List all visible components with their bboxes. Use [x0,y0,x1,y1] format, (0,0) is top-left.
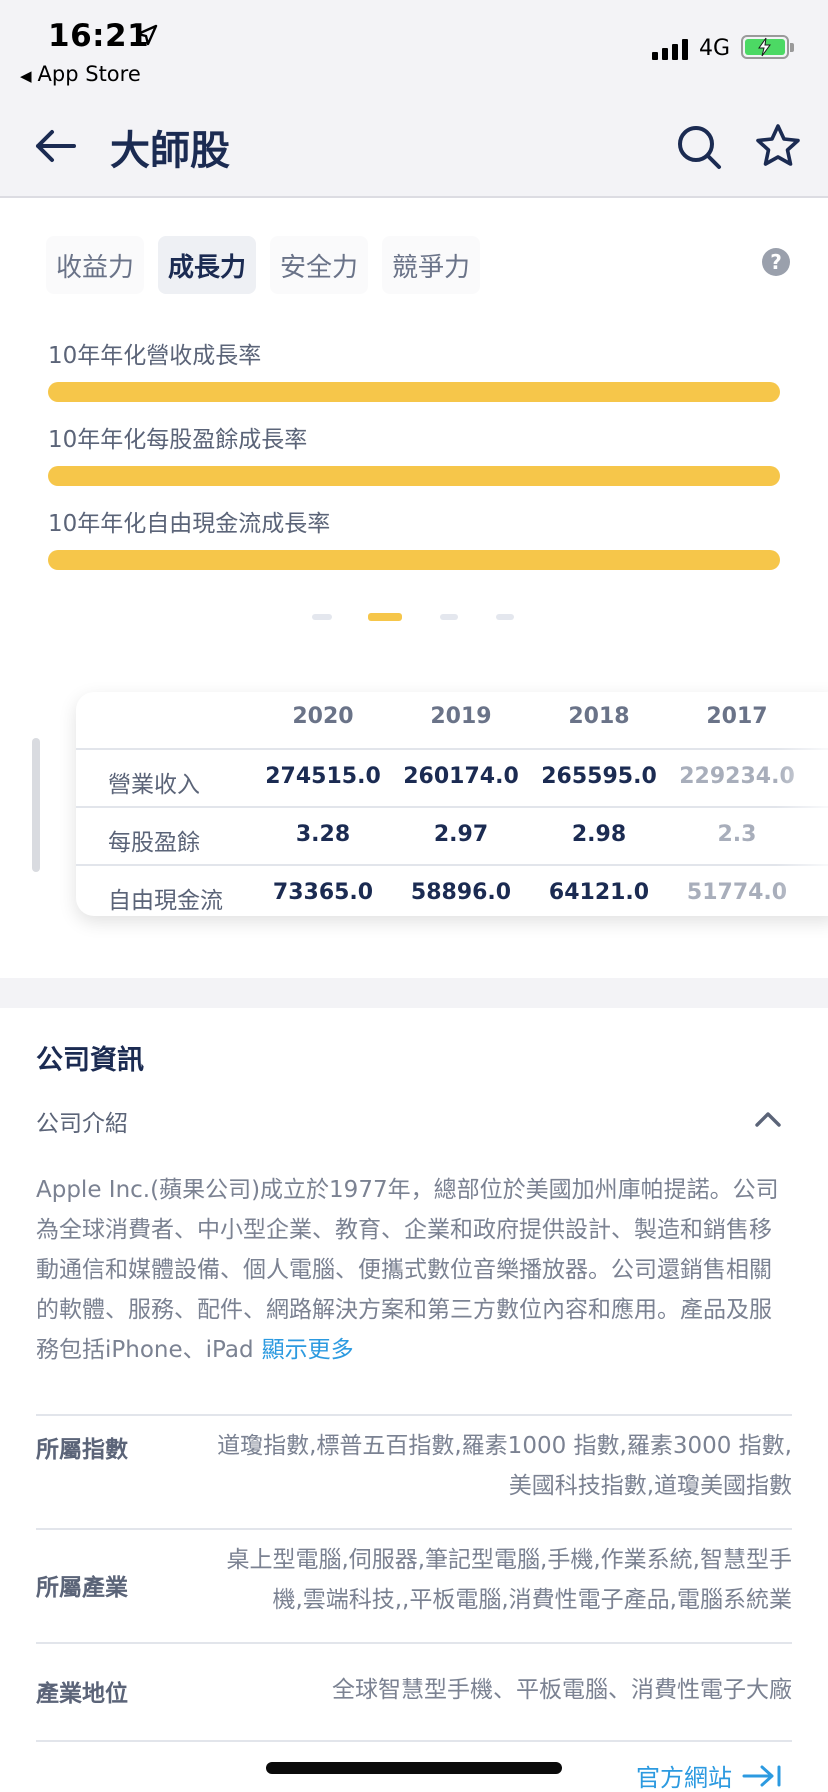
company-description: Apple Inc.(蘋果公司)成立於1977年，總部位於美國加州庫帕提諾。公司… [36,1170,792,1370]
info-row-industry: 所屬產業 桌上型電腦,伺服器,筆記型電腦,手機,作業系統,智慧型手 機,雲端科技… [36,1528,792,1644]
year-header: 2020 [292,704,354,729]
info-row-index: 所屬指數 道瓊指數,標普五百指數,羅素1000 指數,羅素3000 指數, 美國… [36,1414,792,1530]
page-title: 大師股 [110,128,230,174]
scroll-indicator [32,738,40,872]
arrow-to-end-icon [742,1765,781,1786]
star-icon[interactable] [754,122,802,170]
page-dot[interactable] [312,614,332,620]
table-cell: 58896.0 [410,880,512,905]
table-fade-edge [776,692,828,916]
show-more-link[interactable]: 顯示更多 [262,1337,354,1363]
metric-label-revenue-growth: 10年年化營收成長率 [48,343,262,369]
chevron-up-icon[interactable] [754,1110,782,1128]
table-cell: 274515.0 [265,764,381,789]
signal-icon [652,38,688,60]
row-label: 每股盈餘 [108,830,200,856]
table-row-eps: 每股盈餘 3.28 2.97 2.98 2.3 [76,806,828,864]
back-arrow-icon[interactable] [34,126,76,166]
location-arrow-icon [136,24,158,46]
intro-title[interactable]: 公司介紹 [36,1104,128,1138]
metric-bar-fcf-growth [48,550,780,570]
table-cell: 2.97 [433,822,489,847]
description-text: Apple Inc.(蘋果公司)成立於1977年，總部位於美國加州庫帕提諾。公司… [36,1177,779,1363]
info-label: 產業地位 [36,1681,128,1707]
status-time: 16:21 [48,18,150,54]
year-header: 2018 [568,704,630,729]
tab-growth[interactable]: 成長力 [158,236,257,294]
analysis-tabs: 收益力 成長力 安全力 競爭力 [46,236,481,294]
tab-safety[interactable]: 安全力 [270,236,369,294]
battery-icon [741,35,794,59]
table-cell: 260174.0 [403,764,519,789]
metric-bar-eps-growth [48,466,780,486]
table-cell: 73365.0 [272,880,374,905]
metric-label-fcf-growth: 10年年化自由現金流成長率 [48,511,331,537]
tab-profitability[interactable]: 收益力 [46,236,145,294]
year-header: 2019 [430,704,492,729]
table-cell: 2.98 [571,822,627,847]
help-icon[interactable]: ? [762,248,790,276]
page-dot[interactable] [496,614,514,620]
back-triangle-icon: ◀ [20,67,32,85]
info-row-position: 產業地位 全球智慧型手機、平板電腦、消費性電子大廠 [36,1642,792,1742]
table-cell: 3.28 [295,822,351,847]
table-row-revenue: 營業收入 274515.0 260174.0 265595.0 229234.0 [76,748,828,806]
metric-label-eps-growth: 10年年化每股盈餘成長率 [48,427,308,453]
section-title: 公司資訊 [36,1045,144,1076]
table-header-row: 2020 2019 2018 2017 [76,692,828,748]
info-label: 所屬產業 [36,1575,128,1601]
official-site-link[interactable]: 官方網站 [636,1758,782,1792]
page-dot-active[interactable] [368,613,402,621]
section-divider [0,978,828,1008]
table-row-fcf: 自由現金流 73365.0 58896.0 64121.0 51774.0 [76,864,828,916]
page-indicator [0,613,828,624]
search-icon[interactable] [676,124,722,170]
official-site-label: 官方網站 [636,1764,732,1792]
network-type: 4G [699,36,731,61]
financials-table[interactable]: 2020 2019 2018 2017 營業收入 274515.0 260174… [76,692,828,916]
row-label: 自由現金流 [108,888,223,914]
info-value: 桌上型電腦,伺服器,筆記型電腦,手機,作業系統,智慧型手 [226,1547,792,1573]
row-label: 營業收入 [108,772,200,798]
metric-bar-revenue-growth [48,382,780,402]
info-value: 道瓊指數,標普五百指數,羅素1000 指數,羅素3000 指數, [217,1433,792,1459]
info-value: 機,雲端科技,,平板電腦,消費性電子產品,電腦系統業 [272,1587,792,1613]
home-indicator[interactable] [266,1762,562,1774]
table-cell: 265595.0 [541,764,657,789]
back-to-app-store[interactable]: ◀ App Store [20,62,141,86]
info-value: 全球智慧型手機、平板電腦、消費性電子大廠 [332,1677,792,1703]
page-dot[interactable] [440,614,458,620]
info-label: 所屬指數 [36,1437,128,1463]
tab-competitiveness[interactable]: 競爭力 [382,236,481,294]
info-value: 美國科技指數,道瓊美國指數 [508,1473,792,1499]
table-cell: 64121.0 [548,880,650,905]
